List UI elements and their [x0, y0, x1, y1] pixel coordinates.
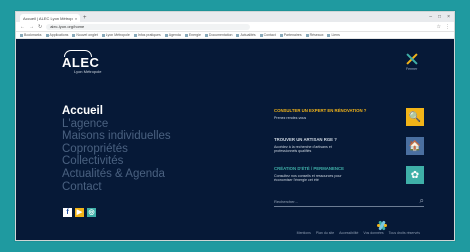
- logo-subtitle: Lyon Métropole: [74, 69, 102, 74]
- url-input[interactable]: alec-lyon.org/home: [46, 23, 251, 30]
- menu-item-agence[interactable]: L'agence: [62, 118, 171, 131]
- quick-links-panel: CONSULTER UN EXPERT EN RÉNOVATION ? Pren…: [274, 108, 424, 195]
- footer-link[interactable]: Accessibilité: [339, 231, 358, 235]
- social-links: f ▶ ◎: [63, 208, 96, 217]
- bookmark-item[interactable]: Agenda: [165, 33, 181, 37]
- house-icon[interactable]: 🏠: [406, 137, 424, 155]
- quick-link-title: CONSULTER UN EXPERT EN RÉNOVATION ?: [274, 108, 367, 113]
- bookmark-item[interactable]: Réseaux: [306, 33, 324, 37]
- footer-link[interactable]: Mentions: [297, 231, 311, 235]
- fan-icon[interactable]: ✿: [406, 166, 424, 184]
- bookmarks-bar: Bookmarks Applications Nouvel onglet Lyo…: [16, 32, 454, 39]
- search-icon[interactable]: 🔍: [406, 108, 424, 126]
- browser-menu-icon[interactable]: ⋮: [445, 24, 450, 30]
- browser-window: Accueil | ALEC Lyon Métropole × + – □ × …: [15, 11, 455, 241]
- menu-item-coproprietes[interactable]: Copropriétés: [62, 143, 171, 156]
- address-bar: ← → ↻ alec-lyon.org/home ☆ ⋮: [16, 22, 454, 32]
- back-button[interactable]: ←: [20, 24, 25, 30]
- search-input[interactable]: Rechercher...: [274, 199, 298, 204]
- bookmark-item[interactable]: Documentation: [205, 33, 233, 37]
- instagram-icon[interactable]: ◎: [87, 208, 96, 217]
- star-icon[interactable]: ☆: [437, 24, 441, 30]
- search-submit-icon[interactable]: ⌕: [420, 196, 424, 206]
- facebook-icon[interactable]: f: [63, 208, 72, 217]
- tab-close-icon[interactable]: ×: [75, 16, 77, 21]
- bookmark-item[interactable]: Nouvel onglet: [72, 33, 97, 37]
- quick-link-desc: Consultez nos conseils et ressources pou…: [274, 174, 342, 183]
- menu-item-actualites[interactable]: Actualités & Agenda: [62, 168, 171, 181]
- menu-item-collectivites[interactable]: Collectivités: [62, 155, 171, 168]
- logo-word: ALEC: [62, 55, 100, 70]
- maximize-button[interactable]: □: [438, 12, 441, 22]
- footer-link[interactable]: Tous droits réservés: [389, 231, 420, 235]
- quick-link-title: TROUVER UN ARTISAN RGE ?: [274, 137, 337, 142]
- quick-link-ete[interactable]: CRÉATION D'ÉTÉ / PERMANENCE Consultez no…: [274, 166, 424, 192]
- close-window-button[interactable]: ×: [447, 12, 450, 22]
- bookmark-item[interactable]: Partenaires: [280, 33, 302, 37]
- footer-link[interactable]: Vos données: [363, 231, 383, 235]
- main-menu: Accueil L'agence Maisons individuelles C…: [62, 105, 171, 193]
- bookmark-item[interactable]: Contact: [260, 33, 276, 37]
- quick-link-title: CRÉATION D'ÉTÉ / PERMANENCE: [274, 166, 344, 171]
- bookmark-item[interactable]: Bookmarks: [20, 33, 42, 37]
- bookmark-item[interactable]: Lyon Métropole: [102, 33, 130, 37]
- window-controls: – □ ×: [429, 12, 454, 22]
- quick-link-desc: Prenez rendez-vous: [274, 116, 307, 120]
- menu-item-maisons[interactable]: Maisons individuelles: [62, 130, 171, 143]
- bookmark-item[interactable]: Actualités: [236, 33, 255, 37]
- browser-tab[interactable]: Accueil | ALEC Lyon Métropole ×: [20, 14, 80, 22]
- quick-link-desc: Accédez à la recherche d'artisans et pro…: [274, 145, 332, 154]
- new-tab-button[interactable]: +: [83, 14, 87, 22]
- bookmark-item[interactable]: Infos pratiques: [134, 33, 161, 37]
- menu-item-contact[interactable]: Contact: [62, 181, 171, 194]
- youtube-icon[interactable]: ▶: [75, 208, 84, 217]
- close-label: Fermer: [406, 67, 418, 71]
- close-menu-button[interactable]: Fermer: [406, 53, 418, 71]
- footer-links: Mentions Plan du site Accessibilité Vos …: [16, 229, 454, 237]
- forward-button[interactable]: →: [29, 24, 34, 30]
- tab-bar: Accueil | ALEC Lyon Métropole × + – □ ×: [16, 12, 454, 22]
- bookmark-item[interactable]: Applications: [46, 33, 69, 37]
- footer-link[interactable]: Plan du site: [316, 231, 334, 235]
- site-search[interactable]: Rechercher... ⌕: [274, 196, 424, 207]
- site-menu-overlay: ALEC Lyon Métropole Fermer Accueil L'age…: [16, 39, 454, 240]
- bookmark-item[interactable]: Liens: [327, 33, 339, 37]
- minimize-button[interactable]: –: [429, 12, 432, 22]
- quick-link-expert[interactable]: CONSULTER UN EXPERT EN RÉNOVATION ? Pren…: [274, 108, 424, 134]
- reload-button[interactable]: ↻: [38, 24, 42, 30]
- tab-title: Accueil | ALEC Lyon Métropole: [23, 15, 73, 21]
- bookmark-item[interactable]: Energie: [185, 33, 201, 37]
- alec-logo[interactable]: ALEC Lyon Métropole: [62, 50, 101, 74]
- quick-link-artisan[interactable]: TROUVER UN ARTISAN RGE ? Accédez à la re…: [274, 137, 424, 163]
- menu-item-accueil[interactable]: Accueil: [62, 105, 171, 118]
